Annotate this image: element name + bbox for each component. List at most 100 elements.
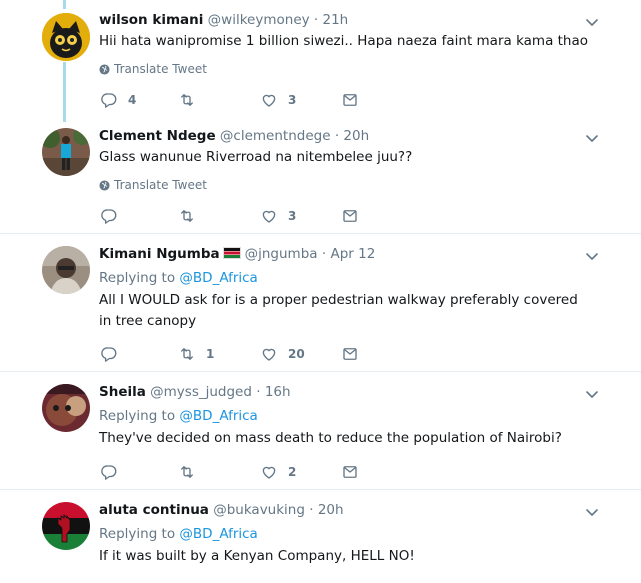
replying-to: Replying to @BD_Africa [99, 407, 258, 425]
reply-icon [100, 91, 118, 109]
user-handle[interactable]: @clementndege [220, 128, 331, 144]
avatar[interactable] [42, 128, 90, 176]
translate-tweet-label: Translate Tweet [114, 178, 207, 192]
user-handle[interactable]: @bukavuking [213, 502, 305, 518]
tweet-text: Glass wanunue Riverroad na nitembelee ju… [99, 149, 413, 165]
display-name[interactable]: Kimani Ngumba [99, 246, 220, 262]
separator-dot: · [334, 128, 340, 144]
tweet-header: Sheila @myss_judged · 16h [99, 383, 291, 401]
reply-button[interactable] [100, 344, 128, 364]
heart-icon [260, 207, 278, 225]
display-name[interactable]: Clement Ndege [99, 128, 216, 144]
user-handle[interactable]: @wilkeymoney [208, 12, 310, 28]
timestamp[interactable]: 20h [343, 128, 369, 144]
reply-count: 4 [128, 93, 137, 107]
retweet-icon [178, 345, 196, 363]
replying-to-label: Replying to [99, 408, 176, 424]
user-handle[interactable]: @myss_judged [150, 384, 252, 400]
replying-to-label: Replying to [99, 526, 176, 542]
tweet-text: All I WOULD ask for is a proper pedestri… [99, 292, 578, 329]
reply-icon [100, 345, 118, 363]
tweet-actions: 1 20 [100, 344, 380, 364]
retweet-icon [178, 463, 196, 481]
envelope-icon [341, 91, 359, 109]
timestamp[interactable]: 20h [318, 502, 344, 518]
separator-dot: · [321, 246, 327, 262]
tweet[interactable]: Sheila @myss_judged · 16h Replying to @B… [0, 372, 641, 489]
like-button[interactable]: 20 [260, 344, 305, 364]
like-button[interactable]: 3 [260, 206, 296, 226]
retweet-button[interactable] [178, 90, 206, 110]
mention-link[interactable]: @BD_Africa [179, 408, 257, 424]
mention-link[interactable]: @BD_Africa [179, 270, 257, 286]
tweet-header: Kimani Ngumba @jngumba · Apr 12 [99, 245, 375, 263]
chevron-down-icon[interactable] [584, 14, 600, 30]
retweet-count: 1 [206, 347, 215, 361]
envelope-icon [341, 207, 359, 225]
separator-dot: · [256, 384, 261, 400]
reply-icon [100, 207, 118, 225]
chevron-down-icon[interactable] [584, 386, 600, 402]
chevron-down-icon[interactable] [584, 130, 600, 146]
tweet-actions: 4 3 [100, 90, 380, 110]
heart-icon [260, 345, 278, 363]
retweet-button[interactable] [178, 462, 206, 482]
display-name[interactable]: Sheila [99, 384, 146, 400]
reply-icon [100, 463, 118, 481]
replying-to: Replying to @BD_Africa [99, 525, 258, 543]
retweet-button[interactable]: 1 [178, 344, 214, 364]
reply-button[interactable] [100, 462, 128, 482]
separator-dot: · [309, 502, 314, 518]
display-name[interactable]: aluta continua [99, 502, 209, 518]
heart-icon [260, 91, 278, 109]
like-count: 3 [288, 209, 297, 223]
tweet[interactable]: Clement Ndege @clementndege · 20h Glass … [0, 122, 641, 233]
tweet[interactable]: wilson kimani @wilkeymoney · 21h Hii hat… [0, 0, 641, 122]
like-button[interactable]: 3 [260, 90, 296, 110]
tweet-text: If it was built by a Kenyan Company, HEL… [99, 548, 415, 564]
envelope-icon [341, 345, 359, 363]
direct-message-button[interactable] [341, 206, 359, 226]
direct-message-button[interactable] [341, 90, 359, 110]
translate-tweet-link[interactable]: Translate Tweet [99, 177, 207, 193]
user-handle[interactable]: @jngumba [245, 246, 318, 262]
envelope-icon [341, 463, 359, 481]
direct-message-button[interactable] [341, 344, 359, 364]
tweet-feed: wilson kimani @wilkeymoney · 21h Hii hat… [0, 0, 641, 583]
globe-icon [99, 180, 110, 191]
direct-message-button[interactable] [341, 462, 359, 482]
like-button[interactable]: 2 [260, 462, 296, 482]
reply-button[interactable]: 4 [100, 90, 136, 110]
heart-icon [260, 463, 278, 481]
separator-dot: · [313, 12, 319, 28]
avatar[interactable] [42, 384, 90, 432]
avatar[interactable] [42, 13, 90, 61]
tweet[interactable]: Kimani Ngumba @jngumba · Apr 12 Replying … [0, 234, 641, 371]
reply-button[interactable] [100, 206, 128, 226]
chevron-down-icon[interactable] [584, 504, 600, 520]
like-count: 3 [288, 93, 297, 107]
display-name[interactable]: wilson kimani [99, 12, 203, 28]
timestamp[interactable]: Apr 12 [330, 246, 375, 262]
tweet-header: wilson kimani @wilkeymoney · 21h [99, 11, 348, 29]
tweet-text: They've decided on mass death to reduce … [99, 430, 562, 446]
timestamp[interactable]: 21h [323, 12, 349, 28]
tweet-header: aluta continua @bukavuking · 20h [99, 501, 344, 519]
tweet-actions: 2 [100, 462, 380, 482]
tweet-header: Clement Ndege @clementndege · 20h [99, 127, 369, 145]
like-count: 20 [288, 347, 305, 361]
translate-tweet-link[interactable]: Translate Tweet [99, 61, 207, 77]
replying-to-label: Replying to [99, 270, 176, 286]
kenya-flag-icon [222, 247, 241, 259]
avatar[interactable] [42, 246, 90, 294]
timestamp[interactable]: 16h [265, 384, 291, 400]
tweet[interactable]: aluta continua @bukavuking · 20h Replyin… [0, 490, 641, 583]
translate-tweet-label: Translate Tweet [114, 62, 207, 76]
mention-link[interactable]: @BD_Africa [179, 526, 257, 542]
globe-icon [99, 64, 110, 75]
avatar[interactable] [42, 502, 90, 550]
retweet-button[interactable] [178, 206, 206, 226]
tweet-actions: 3 [100, 206, 380, 226]
chevron-down-icon[interactable] [584, 248, 600, 264]
like-count: 2 [288, 465, 297, 479]
